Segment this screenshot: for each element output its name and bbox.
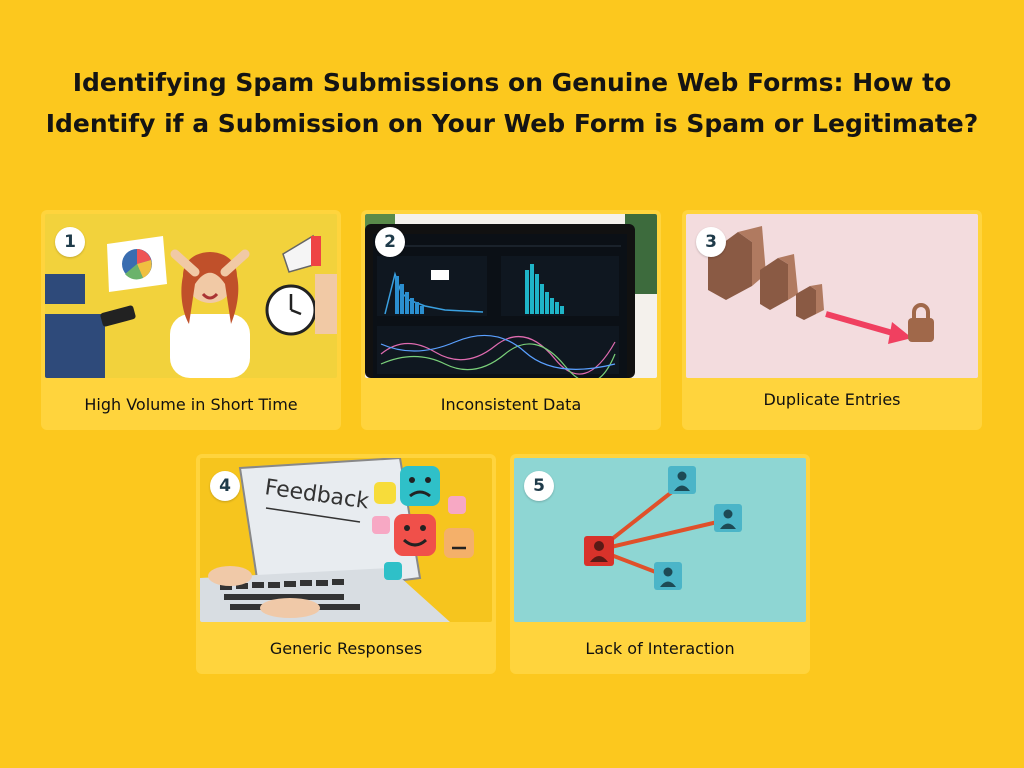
card-generic-responses: Feedback 4 Generic Responses	[196, 454, 496, 674]
step-number-badge: 3	[696, 227, 726, 257]
step-number-badge: 1	[55, 227, 85, 257]
page-title: Identifying Spam Submissions on Genuine …	[40, 62, 984, 144]
card-label: Duplicate Entries	[763, 389, 901, 409]
card-label: Inconsistent Data	[440, 394, 582, 414]
card-high-volume: 1 High Volume in Short Time	[41, 210, 341, 430]
step-number-badge: 5	[524, 471, 554, 501]
title-line-1: Identifying Spam Submissions on Genuine …	[72, 68, 952, 97]
card-inconsistent-data: 2 Inconsistent Data	[361, 210, 661, 430]
feedback-laptop-image: Feedback	[200, 458, 492, 622]
step-number-badge: 2	[375, 227, 405, 257]
stressed-woman-image	[45, 214, 337, 378]
analytics-dashboard-image	[365, 214, 657, 378]
card-lack-of-interaction: 5 Lack of Interaction	[510, 454, 810, 674]
network-blocks-image	[514, 458, 806, 622]
card-label: Generic Responses	[269, 638, 423, 658]
card-duplicate-entries: 3 Duplicate Entries	[682, 210, 982, 430]
duplicate-boxes-image	[686, 214, 978, 378]
step-number-badge: 4	[210, 471, 240, 501]
title-line-2: Identify if a Submission on Your Web For…	[45, 109, 979, 138]
card-label: High Volume in Short Time	[84, 394, 298, 414]
card-label: Lack of Interaction	[585, 638, 735, 658]
